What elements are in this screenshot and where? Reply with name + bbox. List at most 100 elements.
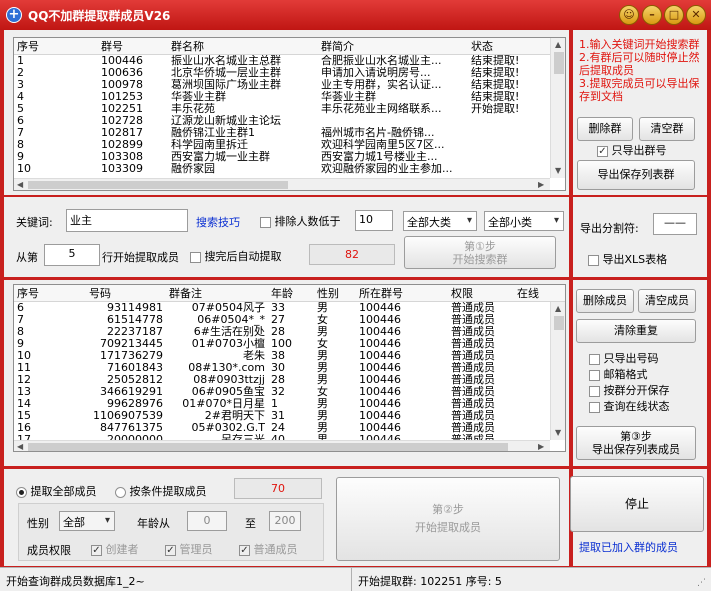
age-to-input[interactable]: 200	[269, 511, 301, 531]
col-index[interactable]: 序号	[14, 38, 98, 55]
group-row[interactable]: 10 103309 融侨家园 欢迎融侨家园的业主参加...	[14, 163, 554, 175]
col-member-online[interactable]: 在线	[514, 285, 565, 302]
groups-vscroll[interactable]: ▲ ▼	[550, 38, 565, 178]
radio-all-option[interactable]: 提取全部成员	[16, 483, 97, 499]
members-vscroll-thumb[interactable]	[554, 316, 564, 330]
perm-creator-option[interactable]: 创建者	[91, 541, 139, 557]
group-row[interactable]: 7 102817 融侨锦江业主群1 福州城市名片-融侨锦...	[14, 127, 554, 139]
perm-member-checkbox[interactable]	[239, 544, 250, 556]
perm-admin-checkbox[interactable]	[165, 544, 176, 556]
xls-option[interactable]: 导出XLS表格	[588, 251, 667, 267]
auto-extract-checkbox[interactable]	[190, 251, 201, 263]
col-status[interactable]: 状态	[468, 38, 554, 55]
col-member-age[interactable]: 年龄	[268, 285, 314, 302]
opt-online[interactable]: 查询在线状态	[589, 399, 670, 415]
perm-member-option[interactable]: 普通成员	[239, 541, 298, 557]
member-row[interactable]: 15 1106907539 2#君明天下 31 男 100446 普通成员	[14, 410, 565, 422]
member-row[interactable]: 10 171736279 老朱 38 男 100446 普通成员	[14, 350, 565, 362]
col-member-remark[interactable]: 群备注	[166, 285, 268, 302]
opt-email[interactable]: 邮箱格式	[589, 367, 670, 383]
opt-online-checkbox[interactable]	[589, 401, 600, 413]
col-member-index[interactable]: 序号	[14, 285, 86, 302]
auto-extract-option[interactable]: 搜完后自动提取	[190, 248, 282, 264]
col-member-number[interactable]: 号码	[86, 285, 166, 302]
member-cell: 100446	[359, 410, 401, 422]
export-members-button[interactable]: 第③步 导出保存列表成员	[576, 426, 696, 460]
groups-vscroll-thumb[interactable]	[554, 52, 564, 74]
minimize-button[interactable]: –	[642, 5, 662, 25]
keyword-input[interactable]: 业主	[66, 209, 188, 232]
age-from-input[interactable]: 0	[187, 511, 227, 531]
members-hscroll-thumb[interactable]	[28, 443, 508, 451]
opt-by-group-checkbox[interactable]	[589, 385, 600, 397]
opt-email-checkbox[interactable]	[589, 369, 600, 381]
col-member-group[interactable]: 所在群号	[356, 285, 448, 302]
member-row[interactable]: 16 847761375 05#0302.G.T 24 男 100446 普通成员	[14, 422, 565, 434]
start-extract-button[interactable]: 第②步 开始提取成员	[336, 477, 560, 561]
radio-all[interactable]	[16, 486, 27, 498]
export-group-no-only-checkbox[interactable]	[597, 145, 608, 157]
groups-hscroll-thumb[interactable]	[28, 181, 288, 189]
export-group-list-button[interactable]: 导出保存列表群	[577, 160, 695, 190]
member-row[interactable]: 7 61514778 06#0504*_* 27 女 100446 普通成员	[14, 314, 565, 326]
member-row[interactable]: 13 346619291 06#0905鱼宝 32 女 100446 普通成员	[14, 386, 565, 398]
delete-group-button[interactable]: 删除群	[577, 117, 633, 141]
perm-admin-option[interactable]: 管理员	[165, 541, 213, 557]
extract-joined-link[interactable]: 提取已加入群的成员	[579, 539, 678, 555]
member-row[interactable]: 9 709213445 01#0703小檀 100 女 100446 普通成员	[14, 338, 565, 350]
start-search-button[interactable]: 第①步 开始搜索群	[404, 236, 556, 269]
category-small-select[interactable]: 全部小类	[484, 211, 564, 231]
start-row-input[interactable]: 5	[44, 244, 100, 266]
step1-label: 第①步	[464, 240, 496, 253]
export-group-no-only-option[interactable]: 只导出群号	[597, 142, 667, 157]
skin-icon[interactable]: ☺	[619, 5, 639, 25]
member-row[interactable]: 6 93114981 07#0504风子 33 男 100446 普通成员	[14, 302, 565, 315]
member-row[interactable]: 14 99628976 01#070*日月星 1 男 100446 普通成员	[14, 398, 565, 410]
delete-member-button[interactable]: 删除成员	[576, 289, 634, 313]
member-row[interactable]: 8 22237187 6#生活在别处 28 男 100446 普通成员	[14, 326, 565, 338]
opt-number-only[interactable]: 只导出号码	[589, 351, 670, 367]
group-row[interactable]: 1 100446 振业山水名城业主总群 合肥振业山水名城业主... 结束提取!	[14, 55, 554, 68]
radio-cond-option[interactable]: 按条件提取成员	[115, 483, 207, 499]
group-row[interactable]: 4 101253 华荟业主群 华荟业主群 结束提取!	[14, 91, 554, 103]
col-member-gender[interactable]: 性别	[314, 285, 356, 302]
resize-grip-icon[interactable]: ⋰	[697, 578, 706, 588]
category-big-select[interactable]: 全部大类	[403, 211, 477, 231]
maximize-button[interactable]: □	[664, 5, 684, 25]
stop-button[interactable]: 停止	[570, 476, 704, 532]
perm-creator-checkbox[interactable]	[91, 544, 102, 556]
col-group-intro[interactable]: 群简介	[318, 38, 468, 55]
exclude-count-input[interactable]: 10	[355, 210, 393, 231]
group-row[interactable]: 8 102899 科学园南里拆迁 欢迎科学园南里5区7区...	[14, 139, 554, 151]
group-row[interactable]: 6 102728 辽源龙山新城业主论坛	[14, 115, 554, 127]
radio-cond[interactable]	[115, 486, 126, 498]
exclude-checkbox[interactable]	[260, 216, 271, 228]
members-vscroll[interactable]: ▲ ▼	[550, 302, 565, 440]
member-row[interactable]: 11 71601843 08#130*.com 30 男 100446 普通成员	[14, 362, 565, 374]
member-actions-panel: 删除成员 清空成员 清除重复 只导出号码 邮箱格式 按群分开保存 查询在线状态 …	[573, 280, 707, 466]
col-member-permission[interactable]: 权限	[448, 285, 514, 302]
search-tips-link[interactable]: 搜索技巧	[196, 214, 240, 230]
group-row[interactable]: 9 103308 西安富力城一业主群 西安富力城1号楼业主...	[14, 151, 554, 163]
member-row[interactable]: 12 25052812 08#0903ttzjj 28 男 100446 普通成员	[14, 374, 565, 386]
radio-cond-label: 按条件提取成员	[129, 485, 207, 498]
xls-checkbox[interactable]	[588, 254, 599, 266]
separator-input[interactable]: ——	[653, 213, 697, 235]
gender-select[interactable]: 全部	[59, 511, 115, 531]
clear-groups-button[interactable]: 清空群	[639, 117, 695, 141]
groups-hscroll[interactable]: ◀ ▶	[14, 178, 550, 190]
member-cell: 100446	[359, 362, 401, 374]
clear-duplicates-button[interactable]: 清除重复	[576, 319, 696, 343]
group-row[interactable]: 5 102251 丰乐花苑 丰乐花苑业主网络联系... 开始提取!	[14, 103, 554, 115]
close-button[interactable]: ✕	[686, 5, 706, 25]
group-row[interactable]: 3 100978 葛洲坝国际广场业主群 业主专用群，实名认证... 结束提取!	[14, 79, 554, 91]
clear-members-button[interactable]: 清空成员	[638, 289, 696, 313]
members-hscroll[interactable]: ◀ ▶	[14, 440, 550, 451]
member-cell: 709213445	[100, 338, 163, 350]
opt-number-only-checkbox[interactable]	[589, 353, 600, 365]
exclude-option[interactable]: 排除人数低于	[260, 213, 341, 229]
col-group-name[interactable]: 群名称	[168, 38, 318, 55]
col-group-no[interactable]: 群号	[98, 38, 168, 55]
opt-by-group[interactable]: 按群分开保存	[589, 383, 670, 399]
group-row[interactable]: 2 100636 北京华侨城一层业主群 申请加入请说明房号... 结束提取!	[14, 67, 554, 79]
